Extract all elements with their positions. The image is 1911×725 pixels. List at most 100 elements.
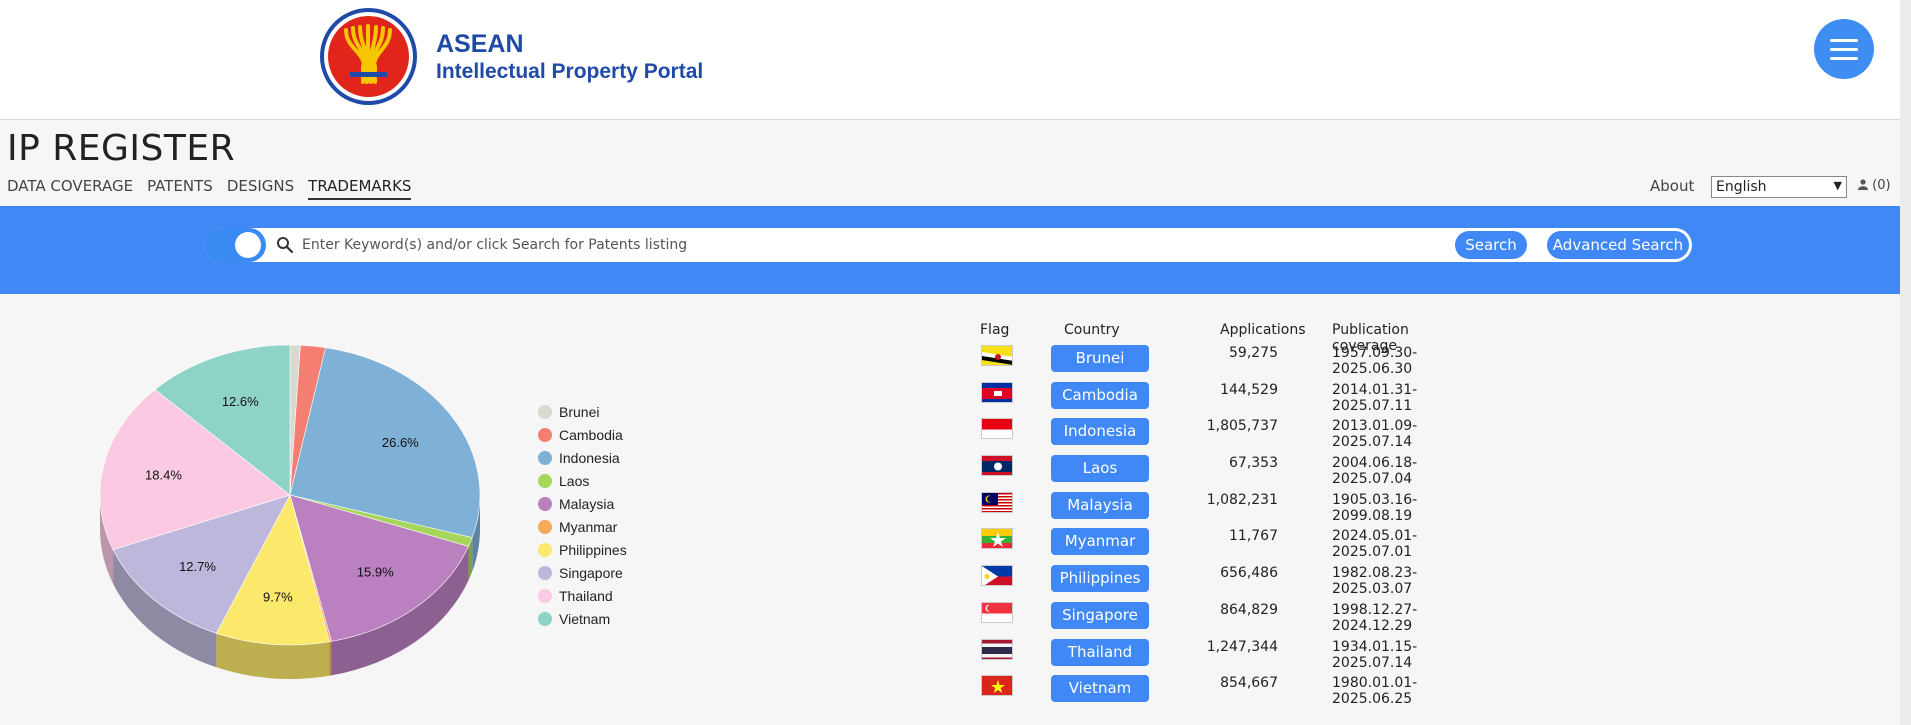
- advanced-search-button[interactable]: Advanced Search: [1545, 229, 1691, 261]
- asean-logo[interactable]: [320, 8, 417, 105]
- tab-trademarks[interactable]: TRADEMARKS: [308, 177, 412, 200]
- legend-label: Brunei: [559, 403, 600, 420]
- chevron-down-icon: ▼: [1833, 179, 1842, 192]
- applications-count: 59,275: [1229, 345, 1278, 361]
- search-bar: Search Advanced Search: [204, 228, 1692, 262]
- publication-coverage: 1982.08.23-2025.03.07: [1332, 565, 1418, 598]
- page-scrollbar[interactable]: [1900, 0, 1911, 725]
- indonesia-flag-icon: [981, 418, 1013, 440]
- page-title: IP REGISTER: [7, 128, 236, 169]
- applications-count: 864,829: [1220, 601, 1278, 618]
- pie-slice-label: 9.7%: [263, 590, 293, 605]
- legend-label: Vietnam: [559, 610, 611, 627]
- about-link[interactable]: About: [1650, 177, 1694, 195]
- legend-swatch: [538, 473, 552, 488]
- country-button-vietnam[interactable]: Vietnam: [1051, 675, 1149, 703]
- legend-item[interactable]: Brunei: [538, 400, 627, 423]
- publication-coverage: 1998.12.27-2024.12.29: [1332, 601, 1418, 634]
- laos-flag-icon: [981, 455, 1013, 477]
- user-icon: [1858, 179, 1868, 190]
- legend-item[interactable]: Philippines: [538, 538, 627, 561]
- applications-count: 1,805,737: [1206, 418, 1278, 435]
- header-applications: Applications: [1220, 322, 1306, 338]
- publication-coverage: 2014.01.31-2025.07.11: [1332, 381, 1418, 414]
- legend-swatch: [538, 565, 552, 580]
- publication-coverage: 2024.05.01-2025.07.01: [1332, 528, 1418, 561]
- pie-slice-label: 18.4%: [145, 467, 182, 482]
- country-button-thailand[interactable]: Thailand: [1051, 638, 1149, 666]
- publication-coverage: 1980.01.01-2025.06.25: [1332, 675, 1418, 708]
- brunei-flag-icon: [981, 345, 1013, 366]
- site-header: ASEAN Intellectual Property Portal: [0, 0, 1900, 120]
- applications-count: 144,529: [1220, 381, 1278, 398]
- tab-patents[interactable]: PATENTS: [147, 177, 213, 200]
- legend-label: Cambodia: [559, 426, 623, 443]
- main-nav: DATA COVERAGE PATENTS DESIGNS TRADEMARKS: [7, 177, 412, 200]
- legend-label: Philippines: [559, 541, 627, 558]
- country-button-singapore[interactable]: Singapore: [1051, 601, 1149, 629]
- vietnam-flag-icon: [981, 675, 1013, 697]
- publication-coverage: 2004.06.18-2025.07.04: [1332, 455, 1418, 488]
- country-button-indonesia[interactable]: Indonesia: [1051, 418, 1149, 446]
- legend-item[interactable]: Vietnam: [538, 607, 627, 630]
- legend-swatch: [538, 519, 552, 534]
- pie-slice-label: 15.9%: [357, 565, 394, 580]
- applications-count: 854,667: [1220, 675, 1278, 692]
- toggle-knob: [235, 232, 261, 258]
- legend-item[interactable]: Singapore: [538, 561, 627, 584]
- legend-item[interactable]: Malaysia: [538, 492, 627, 515]
- applications-count: 656,486: [1220, 565, 1278, 582]
- legend-label: Indonesia: [559, 449, 620, 466]
- publication-coverage: 2013.01.09-2025.07.14: [1332, 418, 1418, 451]
- legend-label: Myanmar: [559, 518, 618, 535]
- language-select[interactable]: English ▼: [1711, 176, 1847, 198]
- thailand-flag-icon: [981, 638, 1013, 660]
- language-value: English: [1716, 179, 1767, 195]
- country-button-malaysia[interactable]: Malaysia: [1051, 491, 1149, 519]
- myanmar-flag-icon: [981, 528, 1013, 550]
- brand-title: ASEAN: [436, 30, 524, 58]
- tab-data-coverage[interactable]: DATA COVERAGE: [7, 177, 133, 200]
- search-band: Search Advanced Search: [0, 206, 1900, 294]
- search-icon: [277, 237, 294, 254]
- country-button-cambodia[interactable]: Cambodia: [1051, 381, 1149, 409]
- legend-label: Malaysia: [559, 495, 615, 512]
- cart-count: (0): [1872, 178, 1891, 193]
- legend-item[interactable]: Thailand: [538, 584, 627, 607]
- legend-item[interactable]: Laos: [538, 469, 627, 492]
- legend-item[interactable]: Myanmar: [538, 515, 627, 538]
- applications-count: 1,247,344: [1206, 638, 1278, 655]
- legend-item[interactable]: Indonesia: [538, 446, 627, 469]
- country-button-philippines[interactable]: Philippines: [1051, 565, 1149, 593]
- cambodia-flag-icon: [981, 381, 1013, 403]
- country-button-brunei[interactable]: Brunei: [1051, 345, 1149, 372]
- search-mode-toggle[interactable]: [204, 228, 266, 262]
- country-button-myanmar[interactable]: Myanmar: [1051, 528, 1149, 556]
- search-input[interactable]: [302, 232, 1382, 258]
- legend-swatch: [538, 588, 552, 603]
- malaysia-flag-icon: [981, 491, 1013, 513]
- pie-slice-label: 12.7%: [179, 559, 216, 574]
- publication-coverage: 1934.01.15-2025.07.14: [1332, 638, 1418, 671]
- legend-swatch: [538, 542, 552, 557]
- legend-label: Laos: [559, 472, 590, 489]
- pie-slice-side: [329, 641, 332, 676]
- menu-button[interactable]: [1814, 19, 1874, 79]
- pie-chart: 26.6% 15.9% 9.7% 12.7% 18.4% 12.6%: [99, 344, 481, 679]
- applications-count: 67,353: [1229, 455, 1278, 472]
- user-cart[interactable]: (0): [1858, 178, 1891, 193]
- search-button[interactable]: Search: [1455, 231, 1527, 259]
- header-country: Country: [1064, 322, 1120, 338]
- legend-swatch: [538, 611, 552, 626]
- tab-designs[interactable]: DESIGNS: [227, 177, 294, 200]
- asean-rice-sheaf-icon: [344, 24, 392, 84]
- chart-legend: Brunei Cambodia Indonesia Laos Malaysia Myanm…: [538, 400, 627, 630]
- legend-swatch: [538, 450, 552, 465]
- site-brand[interactable]: ASEAN Intellectual Property Portal: [436, 30, 703, 84]
- legend-item[interactable]: Cambodia: [538, 423, 627, 446]
- header-flag: Flag: [980, 322, 1010, 338]
- country-button-laos[interactable]: Laos: [1051, 455, 1149, 483]
- legend-swatch: [538, 427, 552, 442]
- legend-label: Thailand: [559, 587, 613, 604]
- publication-coverage: 1905.03.16-2099.08.19: [1332, 491, 1418, 524]
